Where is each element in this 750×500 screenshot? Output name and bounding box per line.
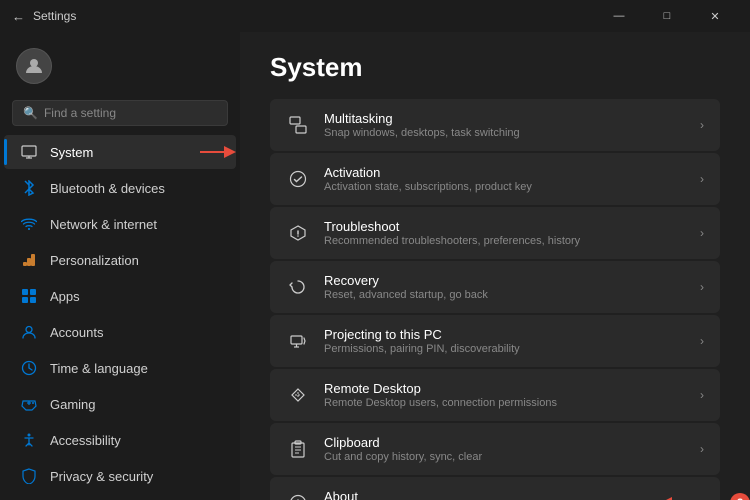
remote-desktop-icon [286,383,310,407]
troubleshoot-title: Troubleshoot [324,219,580,234]
clipboard-desc: Cut and copy history, sync, clear [324,451,482,463]
recovery-desc: Reset, advanced startup, go back [324,289,488,301]
chevron-right-icon: › [700,226,704,240]
recovery-icon [286,275,310,299]
search-box[interactable]: 🔍 [12,100,228,126]
remote-desktop-desc: Remote Desktop users, connection permiss… [324,397,557,409]
clipboard-title: Clipboard [324,435,482,450]
sidebar-item-accounts[interactable]: Accounts [4,315,236,349]
minimize-button[interactable]: — [596,0,642,32]
about-icon [286,491,310,500]
sidebar-item-bluetooth[interactable]: Bluetooth & devices [4,171,236,205]
annotation-2: 2 [667,493,750,500]
close-button[interactable]: ✕ [692,0,738,32]
back-button[interactable]: ← [12,9,25,24]
setting-item-about[interactable]: About Device specifications, rename PC, … [270,477,720,500]
sidebar-item-gaming[interactable]: Gaming [4,387,236,421]
search-icon: 🔍 [23,106,38,120]
about-title: About [324,489,608,500]
projecting-title: Projecting to this PC [324,327,520,342]
sidebar-label-accounts: Accounts [50,325,103,340]
troubleshoot-icon [286,221,310,245]
sidebar: 🔍 System [0,32,240,500]
sidebar-item-accessibility[interactable]: Accessibility [4,423,236,457]
sidebar-item-privacy[interactable]: Privacy & security [4,459,236,493]
sidebar-label-gaming: Gaming [50,397,96,412]
title-bar-title: Settings [33,9,76,23]
multitasking-desc: Snap windows, desktops, task switching [324,127,520,139]
system-icon [20,143,38,161]
sidebar-label-accessibility: Accessibility [50,433,121,448]
network-icon [20,215,38,233]
search-input[interactable] [44,106,217,120]
projecting-icon [286,329,310,353]
setting-item-clipboard[interactable]: Clipboard Cut and copy history, sync, cl… [270,423,720,475]
sidebar-item-system[interactable]: System 1 [4,135,236,169]
multitasking-icon [286,113,310,137]
sidebar-label-personalization: Personalization [50,253,139,268]
gaming-icon [20,395,38,413]
clipboard-icon [286,437,310,461]
remote-desktop-title: Remote Desktop [324,381,557,396]
setting-item-recovery[interactable]: Recovery Reset, advanced startup, go bac… [270,261,720,313]
bluetooth-icon [20,179,38,197]
projecting-desc: Permissions, pairing PIN, discoverabilit… [324,343,520,355]
time-icon [20,359,38,377]
maximize-button[interactable]: □ [644,0,690,32]
setting-item-remote-desktop[interactable]: Remote Desktop Remote Desktop users, con… [270,369,720,421]
setting-item-activation[interactable]: Activation Activation state, subscriptio… [270,153,720,205]
accessibility-icon [20,431,38,449]
activation-title: Activation [324,165,532,180]
content-area: System Multitasking Snap windows, deskto… [240,32,750,500]
setting-item-troubleshoot[interactable]: Troubleshoot Recommended troubleshooters… [270,207,720,259]
sidebar-item-update[interactable]: Windows Update [4,495,236,500]
personalization-icon [20,251,38,269]
page-title: System [270,52,720,83]
settings-list: Multitasking Snap windows, desktops, tas… [270,99,720,500]
sidebar-label-network: Network & internet [50,217,157,232]
sidebar-label-system: System [50,145,93,160]
recovery-title: Recovery [324,273,488,288]
apps-icon [20,287,38,305]
sidebar-item-time[interactable]: Time & language [4,351,236,385]
setting-item-multitasking[interactable]: Multitasking Snap windows, desktops, tas… [270,99,720,151]
troubleshoot-desc: Recommended troubleshooters, preferences… [324,235,580,247]
setting-item-projecting[interactable]: Projecting to this PC Permissions, pairi… [270,315,720,367]
sidebar-label-privacy: Privacy & security [50,469,153,484]
chevron-right-icon: › [700,334,704,348]
sidebar-label-bluetooth: Bluetooth & devices [50,181,165,196]
privacy-icon [20,467,38,485]
sidebar-label-apps: Apps [50,289,80,304]
chevron-right-icon: › [700,388,704,402]
chevron-right-icon: › [700,118,704,132]
chevron-right-icon: › [700,442,704,456]
chevron-right-icon: › [700,280,704,294]
app-container: 🔍 System [0,32,750,500]
sidebar-item-apps[interactable]: Apps [4,279,236,313]
sidebar-item-personalization[interactable]: Personalization [4,243,236,277]
activation-icon [286,167,310,191]
activation-desc: Activation state, subscriptions, product… [324,181,532,193]
sidebar-item-network[interactable]: Network & internet [4,207,236,241]
accounts-icon [20,323,38,341]
title-bar-left: ← Settings [12,9,76,24]
chevron-right-icon: › [700,172,704,186]
multitasking-title: Multitasking [324,111,520,126]
sidebar-label-time: Time & language [50,361,148,376]
sidebar-user [0,40,240,100]
annotation-circle-2: 2 [730,493,750,500]
avatar[interactable] [16,48,52,84]
title-bar-controls: — □ ✕ [596,0,738,32]
title-bar: ← Settings — □ ✕ [0,0,750,32]
